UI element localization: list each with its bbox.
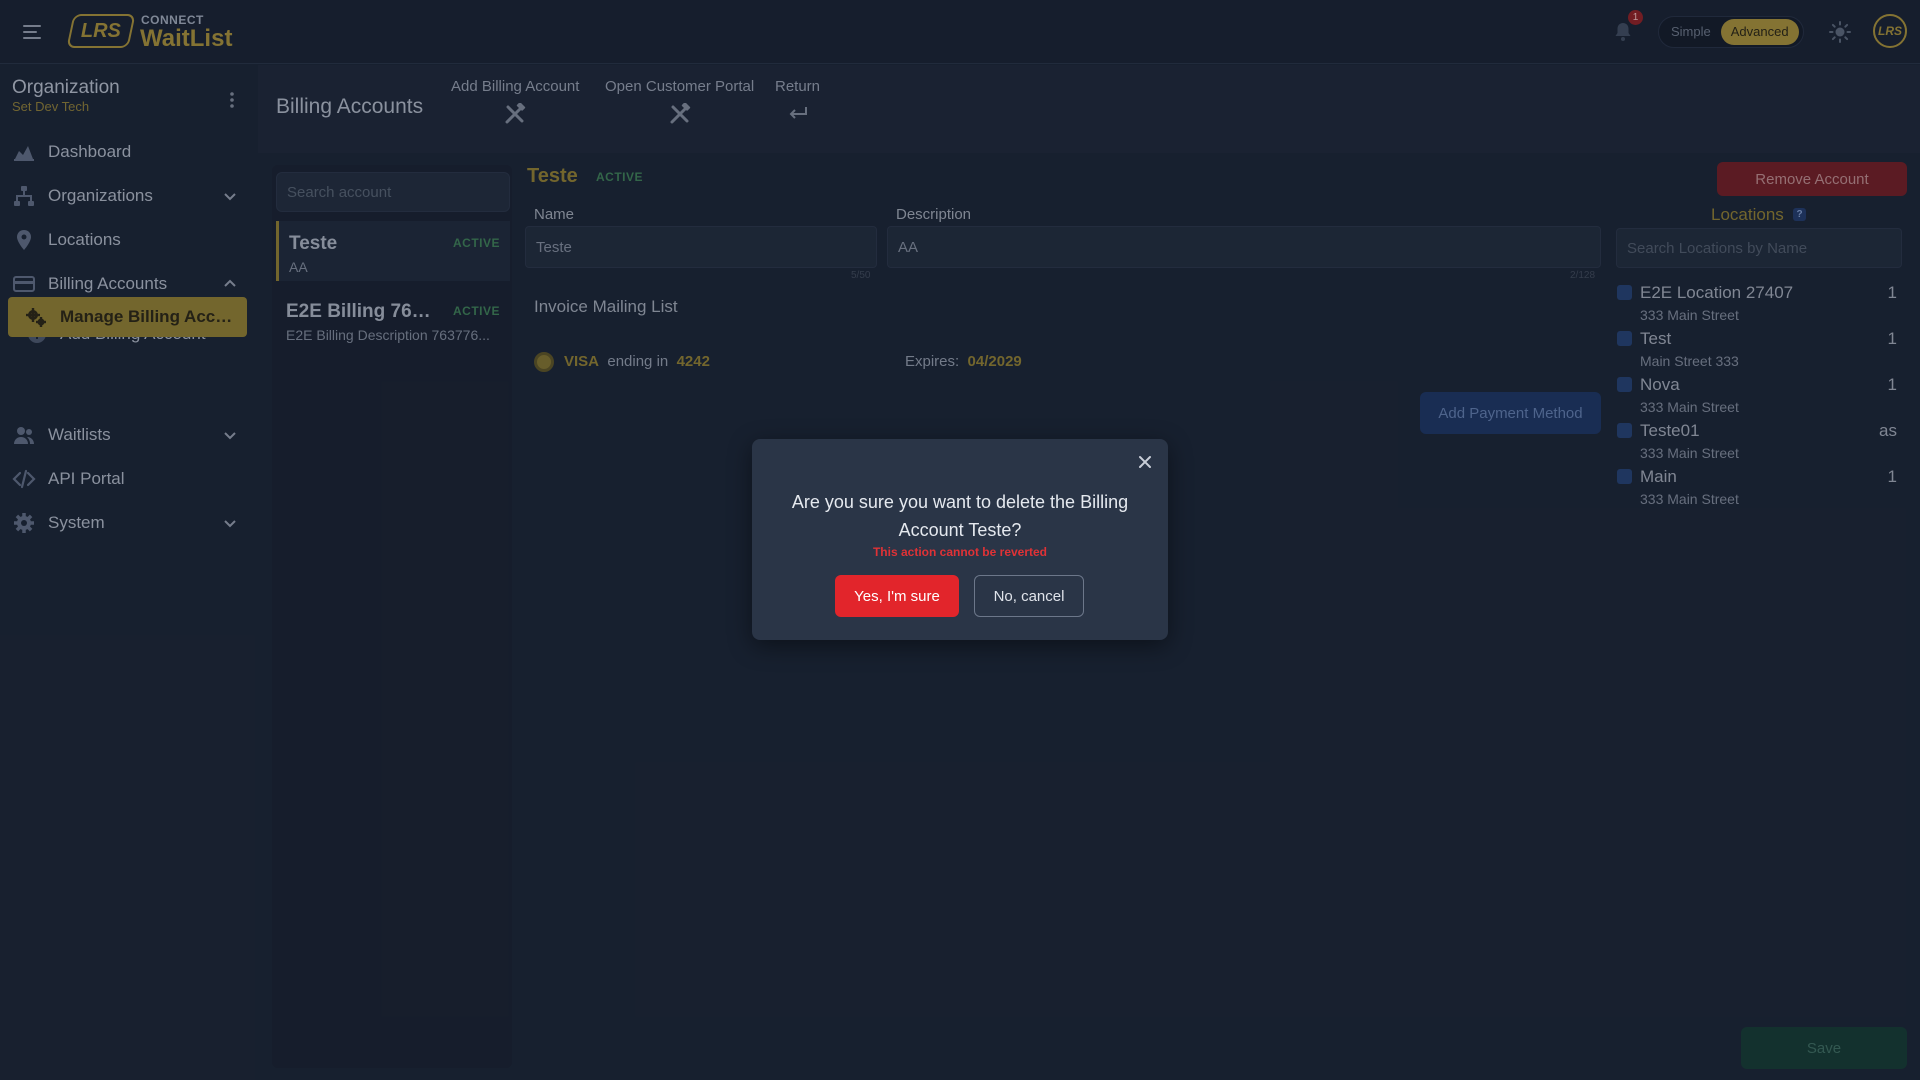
cancel-button[interactable]: No, cancel — [974, 575, 1084, 617]
confirm-delete-button[interactable]: Yes, I'm sure — [835, 575, 959, 617]
delete-confirm-dialog: Are you sure you want to delete the Bill… — [752, 439, 1168, 640]
dialog-question: Are you sure you want to delete the Bill… — [791, 492, 1129, 540]
close-icon[interactable] — [1136, 453, 1154, 471]
dialog-warning: This action cannot be reverted — [872, 545, 1048, 559]
